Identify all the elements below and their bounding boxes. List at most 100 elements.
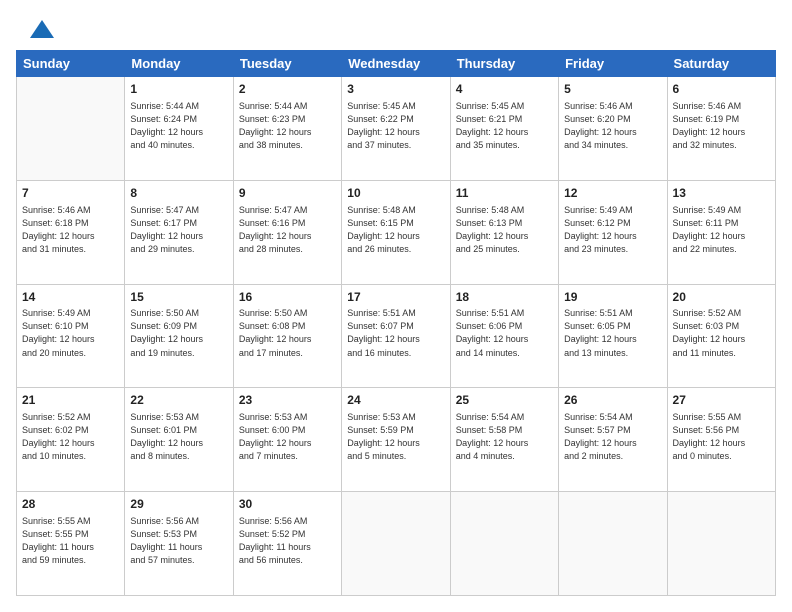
calendar-cell: 16Sunrise: 5:50 AM Sunset: 6:08 PM Dayli… [233,284,341,388]
day-info: Sunrise: 5:51 AM Sunset: 6:07 PM Dayligh… [347,307,444,359]
day-info: Sunrise: 5:55 AM Sunset: 5:55 PM Dayligh… [22,515,119,567]
calendar-cell: 2 Sunrise: 5:44 AM Sunset: 6:23 PM Daylig… [233,77,341,181]
day-number: 17 [347,289,444,306]
day-number: 24 [347,392,444,409]
day-info: Sunrise: 5:44 AM Sunset: 6:24 PM Dayligh… [130,100,227,152]
day-number: 2 [239,81,336,98]
calendar-cell: 18Sunrise: 5:51 AM Sunset: 6:06 PM Dayli… [450,284,558,388]
day-info: Sunrise: 5:56 AM Sunset: 5:52 PM Dayligh… [239,515,336,567]
weekday-header-thursday: Thursday [450,51,558,77]
day-number: 21 [22,392,119,409]
calendar-cell: 9 Sunrise: 5:47 AM Sunset: 6:16 PM Daylig… [233,180,341,284]
day-info: Sunrise: 5:50 AM Sunset: 6:08 PM Dayligh… [239,307,336,359]
week-row-3: 14Sunrise: 5:49 AM Sunset: 6:10 PM Dayli… [17,284,776,388]
day-info: Sunrise: 5:45 AM Sunset: 6:21 PM Dayligh… [456,100,553,152]
logo-icon [28,16,56,44]
calendar-cell: 26 Sunrise: 5:54 AM Sunset: 5:57 PM Dayli… [559,388,667,492]
day-info: Sunrise: 5:53 AM Sunset: 6:01 PM Dayligh… [130,411,227,463]
day-number: 3 [347,81,444,98]
day-number: 10 [347,185,444,202]
day-info: Sunrise: 5:49 AM Sunset: 6:11 PM Dayligh… [673,204,770,256]
day-number: 28 [22,496,119,513]
calendar-cell: 5 Sunrise: 5:46 AM Sunset: 6:20 PM Daylig… [559,77,667,181]
day-number: 22 [130,392,227,409]
calendar-cell: 6 Sunrise: 5:46 AM Sunset: 6:19 PM Daylig… [667,77,775,181]
calendar-cell: 27 Sunrise: 5:55 AM Sunset: 5:56 PM Dayli… [667,388,775,492]
day-info: Sunrise: 5:51 AM Sunset: 6:05 PM Dayligh… [564,307,661,359]
calendar-cell [450,492,558,596]
calendar-cell: 7Sunrise: 5:46 AM Sunset: 6:18 PM Daylig… [17,180,125,284]
calendar-page: SundayMondayTuesdayWednesdayThursdayFrid… [0,0,792,612]
day-info: Sunrise: 5:53 AM Sunset: 6:00 PM Dayligh… [239,411,336,463]
day-number: 19 [564,289,661,306]
calendar-cell [17,77,125,181]
day-info: Sunrise: 5:53 AM Sunset: 5:59 PM Dayligh… [347,411,444,463]
week-row-1: 1Sunrise: 5:44 AM Sunset: 6:24 PM Daylig… [17,77,776,181]
day-number: 26 [564,392,661,409]
day-number: 15 [130,289,227,306]
day-info: Sunrise: 5:44 AM Sunset: 6:23 PM Dayligh… [239,100,336,152]
day-info: Sunrise: 5:46 AM Sunset: 6:19 PM Dayligh… [673,100,770,152]
weekday-header-monday: Monday [125,51,233,77]
day-info: Sunrise: 5:47 AM Sunset: 6:17 PM Dayligh… [130,204,227,256]
week-row-2: 7Sunrise: 5:46 AM Sunset: 6:18 PM Daylig… [17,180,776,284]
weekday-header-wednesday: Wednesday [342,51,450,77]
day-number: 30 [239,496,336,513]
calendar-cell: 21 Sunrise: 5:52 AM Sunset: 6:02 PM Dayli… [17,388,125,492]
calendar-cell: 12Sunrise: 5:49 AM Sunset: 6:12 PM Dayli… [559,180,667,284]
calendar-cell: 28 Sunrise: 5:55 AM Sunset: 5:55 PM Dayli… [17,492,125,596]
day-number: 20 [673,289,770,306]
calendar-cell: 15Sunrise: 5:50 AM Sunset: 6:09 PM Dayli… [125,284,233,388]
day-number: 25 [456,392,553,409]
weekday-header-friday: Friday [559,51,667,77]
day-number: 8 [130,185,227,202]
day-info: Sunrise: 5:46 AM Sunset: 6:20 PM Dayligh… [564,100,661,152]
calendar-cell: 3 Sunrise: 5:45 AM Sunset: 6:22 PM Daylig… [342,77,450,181]
day-info: Sunrise: 5:45 AM Sunset: 6:22 PM Dayligh… [347,100,444,152]
calendar-cell: 14Sunrise: 5:49 AM Sunset: 6:10 PM Dayli… [17,284,125,388]
day-number: 13 [673,185,770,202]
day-info: Sunrise: 5:48 AM Sunset: 6:15 PM Dayligh… [347,204,444,256]
week-row-4: 21 Sunrise: 5:52 AM Sunset: 6:02 PM Dayli… [17,388,776,492]
day-info: Sunrise: 5:48 AM Sunset: 6:13 PM Dayligh… [456,204,553,256]
day-number: 5 [564,81,661,98]
day-number: 14 [22,289,119,306]
calendar-cell: 8 Sunrise: 5:47 AM Sunset: 6:17 PM Daylig… [125,180,233,284]
day-info: Sunrise: 5:55 AM Sunset: 5:56 PM Dayligh… [673,411,770,463]
day-number: 27 [673,392,770,409]
day-info: Sunrise: 5:49 AM Sunset: 6:12 PM Dayligh… [564,204,661,256]
day-info: Sunrise: 5:50 AM Sunset: 6:09 PM Dayligh… [130,307,227,359]
day-number: 18 [456,289,553,306]
calendar-cell [559,492,667,596]
calendar-cell: 1Sunrise: 5:44 AM Sunset: 6:24 PM Daylig… [125,77,233,181]
logo [16,16,56,40]
day-info: Sunrise: 5:52 AM Sunset: 6:03 PM Dayligh… [673,307,770,359]
day-number: 9 [239,185,336,202]
day-number: 7 [22,185,119,202]
day-info: Sunrise: 5:52 AM Sunset: 6:02 PM Dayligh… [22,411,119,463]
weekday-header-row: SundayMondayTuesdayWednesdayThursdayFrid… [17,51,776,77]
day-number: 16 [239,289,336,306]
calendar-cell: 19Sunrise: 5:51 AM Sunset: 6:05 PM Dayli… [559,284,667,388]
day-info: Sunrise: 5:49 AM Sunset: 6:10 PM Dayligh… [22,307,119,359]
day-info: Sunrise: 5:54 AM Sunset: 5:57 PM Dayligh… [564,411,661,463]
day-info: Sunrise: 5:54 AM Sunset: 5:58 PM Dayligh… [456,411,553,463]
weekday-header-tuesday: Tuesday [233,51,341,77]
calendar-cell [667,492,775,596]
day-info: Sunrise: 5:47 AM Sunset: 6:16 PM Dayligh… [239,204,336,256]
calendar-cell: 4 Sunrise: 5:45 AM Sunset: 6:21 PM Daylig… [450,77,558,181]
calendar-cell: 20Sunrise: 5:52 AM Sunset: 6:03 PM Dayli… [667,284,775,388]
calendar-cell: 30 Sunrise: 5:56 AM Sunset: 5:52 PM Dayli… [233,492,341,596]
calendar-cell: 23Sunrise: 5:53 AM Sunset: 6:00 PM Dayli… [233,388,341,492]
calendar-cell [342,492,450,596]
header [16,16,776,40]
calendar-cell: 22 Sunrise: 5:53 AM Sunset: 6:01 PM Dayli… [125,388,233,492]
day-number: 29 [130,496,227,513]
calendar-cell: 24 Sunrise: 5:53 AM Sunset: 5:59 PM Dayli… [342,388,450,492]
day-number: 4 [456,81,553,98]
weekday-header-sunday: Sunday [17,51,125,77]
day-info: Sunrise: 5:56 AM Sunset: 5:53 PM Dayligh… [130,515,227,567]
calendar-cell: 10 Sunrise: 5:48 AM Sunset: 6:15 PM Dayli… [342,180,450,284]
calendar-table: SundayMondayTuesdayWednesdayThursdayFrid… [16,50,776,596]
day-number: 6 [673,81,770,98]
